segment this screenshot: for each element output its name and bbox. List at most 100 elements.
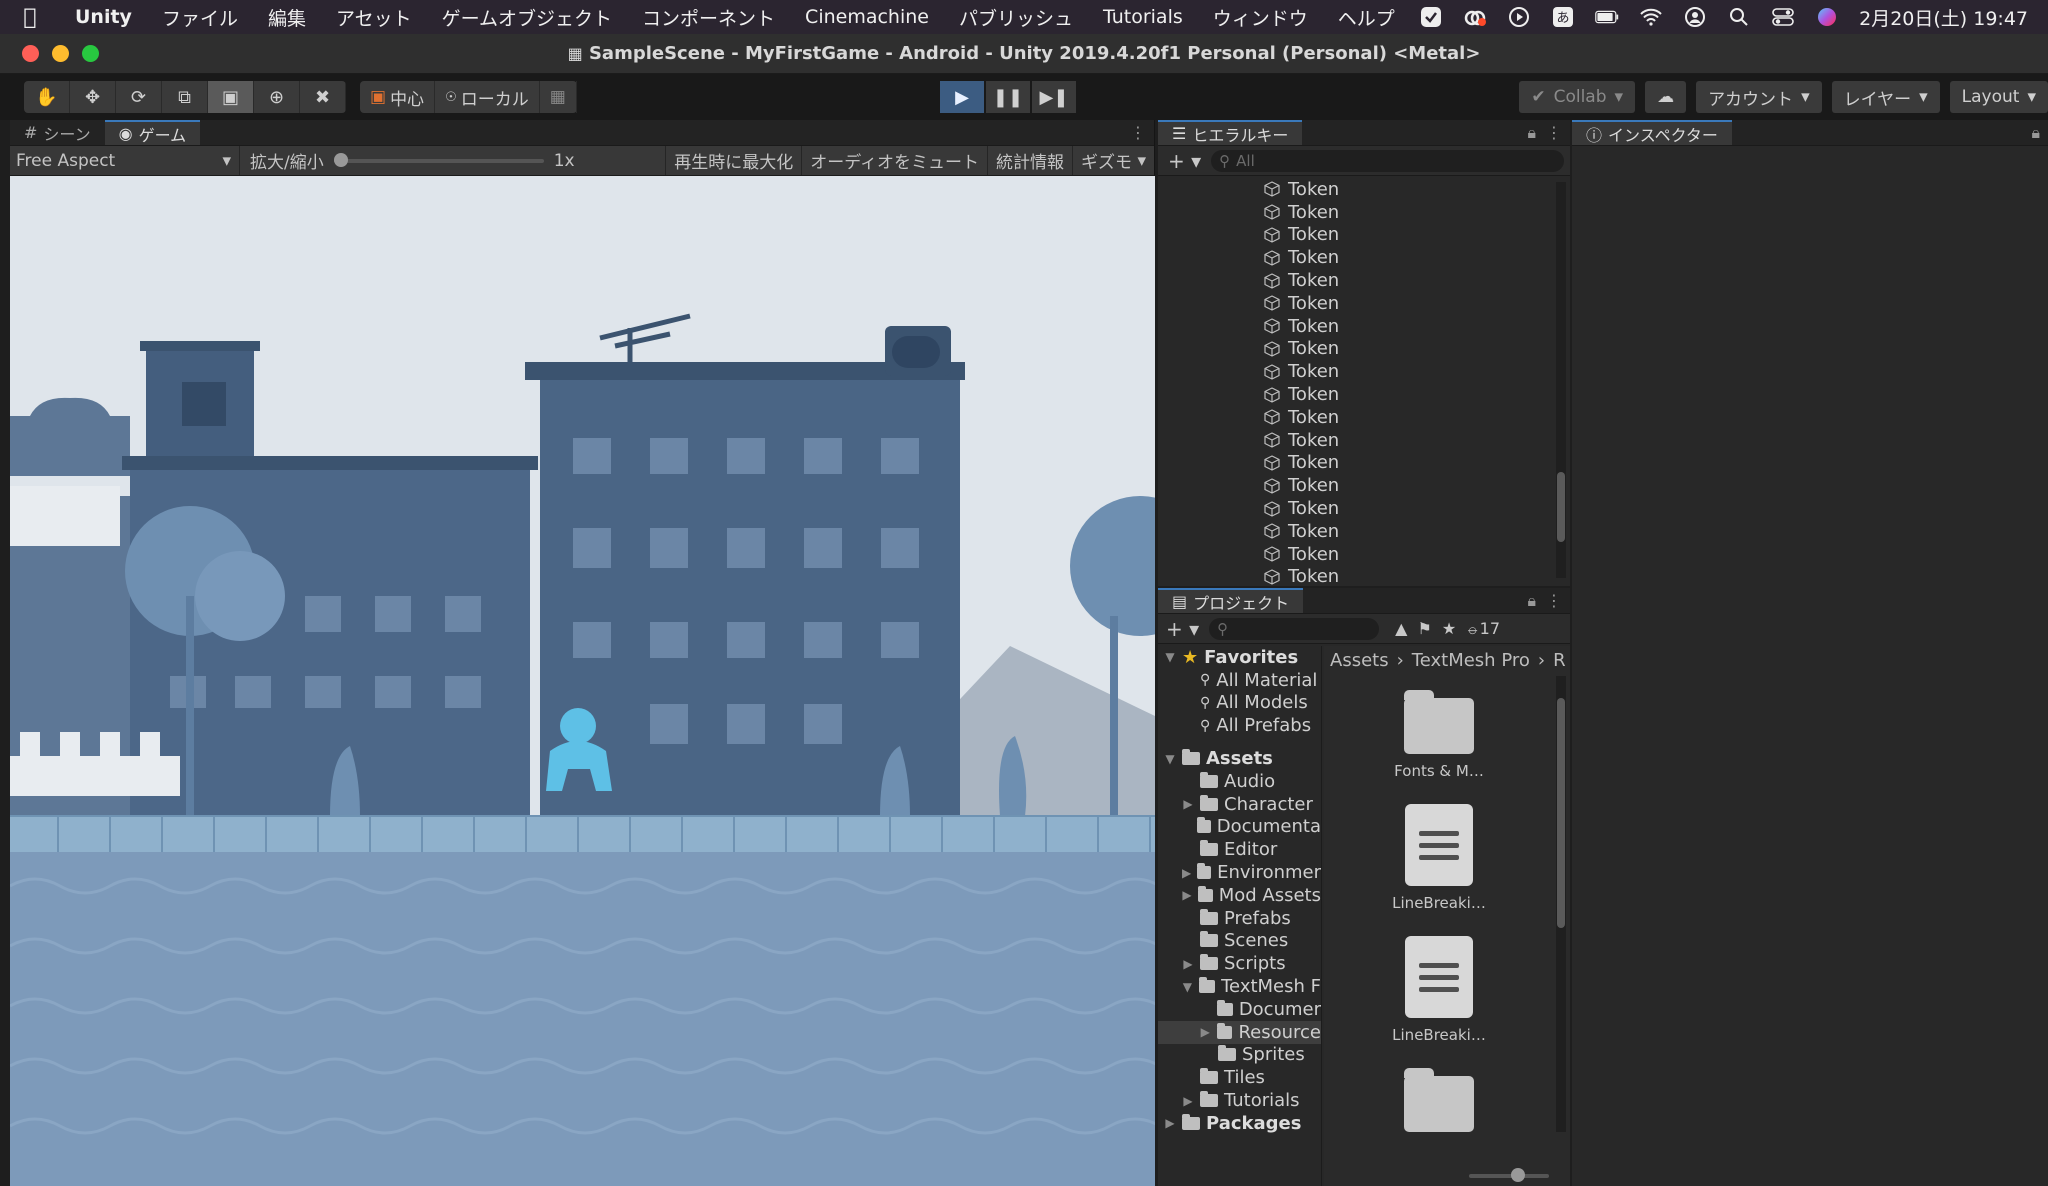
- create-asset-button[interactable]: + ▾: [1166, 617, 1199, 641]
- layout-dropdown[interactable]: Layout ▾: [1949, 81, 2048, 113]
- chevron-down-icon[interactable]: ▼: [1182, 980, 1193, 994]
- transform-tool-icon[interactable]: ⊕: [254, 81, 300, 113]
- cloud-button[interactable]: ☁: [1645, 81, 1687, 113]
- stats-toggle[interactable]: 統計情報: [987, 146, 1072, 175]
- pivot-center-toggle[interactable]: ▣ 中心: [360, 81, 436, 113]
- wifi-icon[interactable]: [1639, 6, 1663, 28]
- move-tool-icon[interactable]: ✥: [70, 81, 116, 113]
- minimize-window-button[interactable]: [52, 45, 69, 62]
- tree-folder-item[interactable]: ▶ Environmer: [1158, 861, 1321, 884]
- tree-folder-item[interactable]: ▶ Character: [1158, 793, 1321, 816]
- tree-folder-item[interactable]: ▼ TextMesh F: [1158, 975, 1321, 998]
- grid-snap-toggle[interactable]: ▦: [540, 81, 577, 113]
- menu-cinemachine[interactable]: Cinemachine: [790, 6, 944, 28]
- menu-edit[interactable]: 編集: [253, 4, 321, 31]
- tree-folder-item[interactable]: Sprites: [1158, 1044, 1321, 1067]
- chevron-right-icon[interactable]: ▶: [1182, 888, 1192, 902]
- menu-assets[interactable]: アセット: [321, 4, 427, 31]
- hidden-packages-toggle[interactable]: ⦵17: [1466, 619, 1500, 639]
- hierarchy-item[interactable]: Token: [1158, 566, 1554, 589]
- icon-size-slider-knob[interactable]: [1511, 1168, 1525, 1182]
- lock-icon[interactable]: 🔒︎: [1527, 591, 1536, 611]
- hierarchy-item[interactable]: Token: [1158, 269, 1554, 292]
- project-scrollbar[interactable]: [1556, 676, 1566, 1132]
- hierarchy-item[interactable]: Token: [1158, 406, 1554, 429]
- hand-tool-icon[interactable]: ✋: [24, 81, 70, 113]
- tree-favorite-item[interactable]: ⚲ All Prefabs: [1158, 714, 1321, 737]
- chevron-down-icon[interactable]: ▼: [1164, 752, 1176, 766]
- hierarchy-item[interactable]: Token: [1158, 360, 1554, 383]
- menu-component[interactable]: コンポーネント: [627, 4, 790, 31]
- hierarchy-item[interactable]: Token: [1158, 315, 1554, 338]
- scale-slider[interactable]: [333, 152, 544, 167]
- tree-folder-item[interactable]: ▶ Resource: [1158, 1020, 1321, 1044]
- layers-dropdown[interactable]: レイヤー ▾: [1831, 81, 1940, 113]
- aspect-dropdown[interactable]: Free Aspect ▾: [10, 146, 240, 175]
- icon-size-slider[interactable]: [1469, 1168, 1549, 1182]
- scale-slider-knob[interactable]: [333, 152, 348, 167]
- zoom-window-button[interactable]: [82, 45, 99, 62]
- asset-folder[interactable]: [1379, 1068, 1499, 1140]
- close-window-button[interactable]: [22, 45, 39, 62]
- favorite-star-icon[interactable]: ★: [1442, 619, 1456, 638]
- breadcrumb-assets[interactable]: Assets: [1330, 650, 1389, 671]
- menu-help[interactable]: ヘルプ: [1323, 4, 1410, 31]
- menubar-clock[interactable]: 2月20日(土) 19:47: [1859, 4, 2028, 31]
- user-icon[interactable]: [1683, 6, 1707, 28]
- pause-button[interactable]: ❚❚: [986, 81, 1030, 113]
- tab-game[interactable]: ◉ ゲーム: [104, 120, 201, 145]
- hierarchy-item[interactable]: Token: [1158, 429, 1554, 452]
- breadcrumb-textmesh[interactable]: TextMesh Pro: [1412, 650, 1530, 671]
- hierarchy-item[interactable]: Token: [1158, 383, 1554, 406]
- control-center-icon[interactable]: [1771, 6, 1795, 28]
- lock-icon[interactable]: 🔒︎: [1527, 123, 1536, 143]
- menu-window[interactable]: ウィンドウ: [1198, 4, 1323, 31]
- chevron-right-icon[interactable]: ▶: [1164, 1116, 1176, 1130]
- tree-favorite-item[interactable]: ⚲ All Material: [1158, 669, 1321, 692]
- chevron-right-icon[interactable]: ▶: [1182, 1094, 1194, 1108]
- add-object-button[interactable]: + ▾: [1168, 149, 1201, 173]
- tree-folder-item[interactable]: Documenta: [1158, 816, 1321, 839]
- asset-linebreaking-2[interactable]: LineBreaki…: [1379, 936, 1499, 1044]
- menu-file[interactable]: ファイル: [147, 4, 253, 31]
- hierarchy-item[interactable]: Token: [1158, 338, 1554, 361]
- tab-project[interactable]: ▤ プロジェクト: [1158, 588, 1304, 613]
- search-icon[interactable]: [1727, 6, 1751, 28]
- hierarchy-item[interactable]: Token: [1158, 543, 1554, 566]
- gizmos-dropdown[interactable]: ギズモ ▾: [1072, 146, 1154, 175]
- tree-folder-item[interactable]: ▶ Tutorials: [1158, 1089, 1321, 1112]
- tree-folder-item[interactable]: ▶ Scripts: [1158, 952, 1321, 975]
- menu-gameobject[interactable]: ゲームオブジェクト: [427, 4, 627, 31]
- apple-icon[interactable]: : [0, 5, 60, 30]
- tab-hierarchy[interactable]: ☰ ヒエラルキー: [1158, 120, 1303, 145]
- step-button[interactable]: ▶❚: [1032, 81, 1076, 113]
- tree-folder-item[interactable]: Tiles: [1158, 1066, 1321, 1089]
- play-circle-icon[interactable]: [1507, 6, 1531, 28]
- hierarchy-item[interactable]: Token: [1158, 520, 1554, 543]
- pivot-local-toggle[interactable]: ☉ ローカル: [435, 81, 540, 113]
- chevron-down-icon[interactable]: ▼: [1164, 650, 1176, 664]
- hierarchy-item[interactable]: Token: [1158, 246, 1554, 269]
- tree-folder-item[interactable]: Scenes: [1158, 930, 1321, 953]
- tree-assets[interactable]: ▼ Assets: [1158, 747, 1321, 770]
- mute-audio-toggle[interactable]: オーディオをミュート: [801, 146, 987, 175]
- tree-favorite-item[interactable]: ⚲ All Models: [1158, 692, 1321, 715]
- chevron-right-icon[interactable]: ▶: [1182, 957, 1194, 971]
- hierarchy-item[interactable]: Token: [1158, 452, 1554, 475]
- chevron-right-icon[interactable]: ▶: [1182, 866, 1191, 880]
- hierarchy-item[interactable]: Token: [1158, 474, 1554, 497]
- scale-tool-icon[interactable]: ⧉: [162, 81, 208, 113]
- collab-dropdown[interactable]: ✔ Collab ▾: [1519, 81, 1636, 113]
- asset-fonts-materials[interactable]: Fonts & M…: [1379, 690, 1499, 780]
- lock-icon[interactable]: 🔒︎: [2031, 123, 2040, 143]
- battery-icon[interactable]: [1595, 6, 1619, 28]
- filter-by-type-icon[interactable]: ▲: [1395, 619, 1407, 638]
- siri-icon[interactable]: [1815, 6, 1839, 28]
- chevron-right-icon[interactable]: ▶: [1182, 797, 1194, 811]
- menu-tutorials[interactable]: Tutorials: [1088, 6, 1198, 28]
- tree-folder-item[interactable]: ▶ Mod Assets: [1158, 884, 1321, 907]
- hierarchy-item[interactable]: Token: [1158, 497, 1554, 520]
- custom-tool-icon[interactable]: ✖: [300, 81, 346, 113]
- hierarchy-search-input[interactable]: ⚲ All: [1211, 149, 1564, 172]
- rect-tool-icon[interactable]: ▣: [208, 81, 254, 113]
